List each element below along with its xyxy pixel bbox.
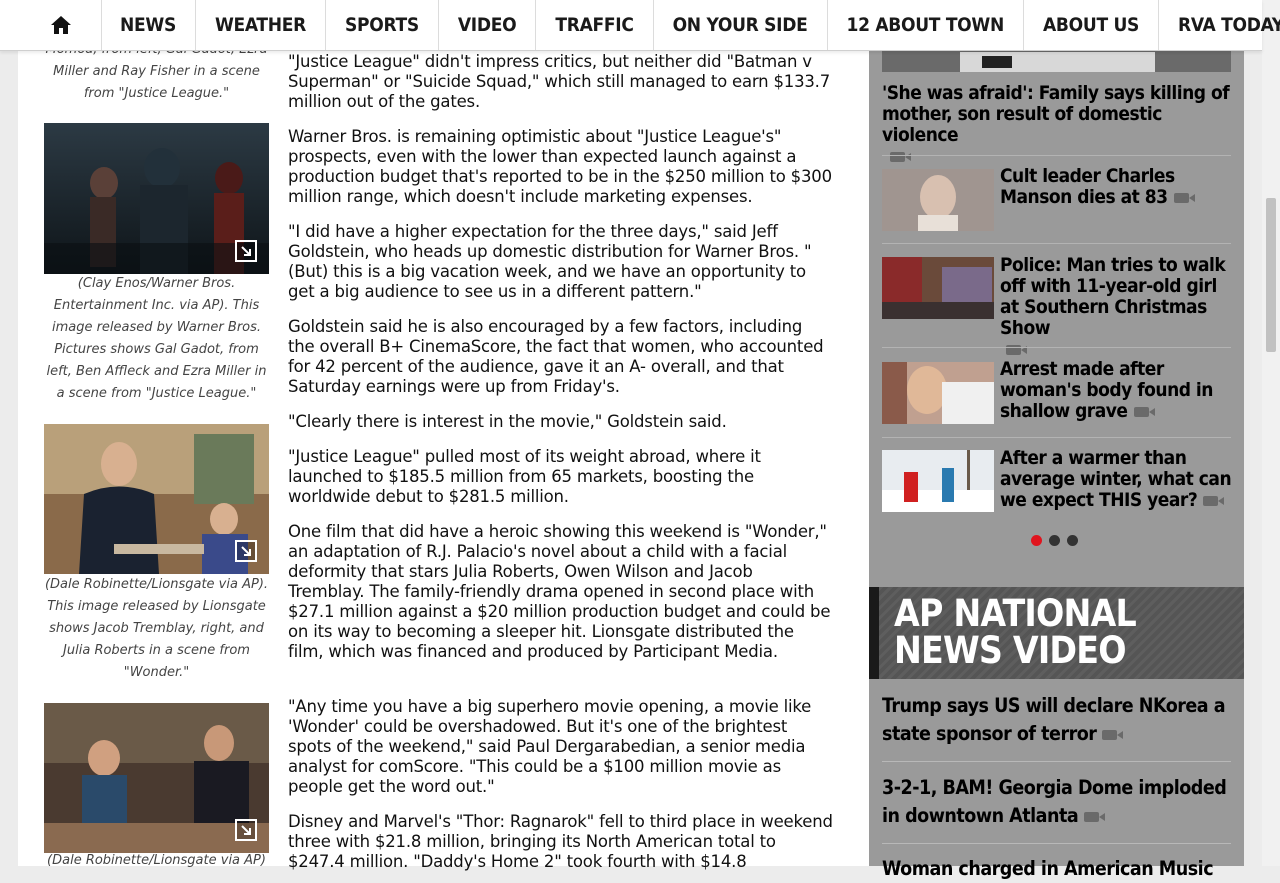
ap-video-story[interactable]: Trump says US will declare NKorea a stat… <box>882 692 1232 748</box>
sidebar-story[interactable]: Cult leader Charles Manson dies at 83 <box>1000 166 1236 208</box>
caption-line: from "Justice League." <box>83 86 230 101</box>
video-camera-icon <box>1133 406 1155 417</box>
top-navigation: NEWS WEATHER SPORTS VIDEO TRAFFIC ON YOU… <box>0 0 1280 51</box>
nav-12-about-town[interactable]: 12 ABOUT TOWN <box>828 0 1024 50</box>
article-paragraph: "Justice League" didn't impress critics,… <box>288 52 831 111</box>
ap-video-header: AP NATIONAL NEWS VIDEO <box>869 587 1244 679</box>
expand-icon[interactable] <box>235 540 257 562</box>
nav-sports[interactable]: SPORTS <box>326 0 439 50</box>
home-icon <box>50 16 71 34</box>
article-paragraph: Warner Bros. is remaining optimistic abo… <box>288 127 832 206</box>
nav-news[interactable]: NEWS <box>101 0 196 50</box>
video-camera-icon <box>890 151 911 162</box>
story-title[interactable]: Woman charged in American Music <box>882 857 1214 880</box>
header-accent-bar <box>869 587 879 679</box>
story-title[interactable]: 'She was afraid': Family says killing of… <box>882 82 1230 146</box>
nav-traffic[interactable]: TRAFFIC <box>536 0 654 50</box>
photo-caption-2: (Dale Robinette/Lionsgate via AP). This … <box>44 577 269 680</box>
divider <box>882 761 1231 762</box>
nav-about-us[interactable]: ABOUT US <box>1024 0 1160 50</box>
sidebar-story[interactable]: Police: Man tries to walk off with 11-ye… <box>1000 255 1236 360</box>
photo-caption-3: (Dale Robinette/Lionsgate via AP) <box>47 853 266 868</box>
divider <box>882 843 1231 844</box>
scrollbar-thumb[interactable] <box>1266 198 1276 352</box>
wonder-photo-2[interactable] <box>44 703 269 853</box>
article-paragraph: One film that did have a heroic showing … <box>288 522 831 661</box>
nav-weather[interactable]: WEATHER <box>196 0 326 50</box>
article-paragraph: "Justice League" pulled most of its weig… <box>288 447 761 506</box>
story-image[interactable] <box>882 50 1231 72</box>
story-title[interactable]: Cult leader Charles Manson dies at 83 <box>1000 165 1175 208</box>
video-camera-icon <box>1102 729 1124 740</box>
carousel-dot[interactable] <box>1067 535 1078 546</box>
carousel-pagination <box>1031 535 1078 546</box>
divider <box>882 347 1231 348</box>
expand-icon[interactable] <box>235 240 257 262</box>
sidebar-story[interactable]: Arrest made after woman's body found in … <box>1000 359 1236 422</box>
sidebar-story[interactable]: After a warmer than average winter, what… <box>1000 448 1236 511</box>
divider <box>882 437 1231 438</box>
story-title[interactable]: Police: Man tries to walk off with 11-ye… <box>1000 254 1226 339</box>
page-scrollbar[interactable] <box>1262 0 1280 866</box>
story-title[interactable]: After a warmer than average winter, what… <box>1000 447 1232 511</box>
story-thumbnail[interactable] <box>882 450 994 512</box>
section-title: AP NATIONAL NEWS VIDEO <box>894 592 1137 672</box>
ap-video-story[interactable]: Woman charged in American Music <box>882 855 1232 883</box>
photo-caption-1: (Clay Enos/Warner Bros. Entertainment In… <box>46 276 267 401</box>
story-title[interactable]: 3-2-1, BAM! Georgia Dome imploded in dow… <box>882 776 1227 827</box>
nav-video[interactable]: VIDEO <box>439 0 537 50</box>
video-camera-icon <box>1006 344 1027 355</box>
sidebar: 'She was afraid': Family says killing of… <box>869 0 1244 880</box>
carousel-dot[interactable] <box>1049 535 1060 546</box>
article-paragraph: "I did have a higher expectation for the… <box>288 222 812 301</box>
expand-icon[interactable] <box>235 819 257 841</box>
divider <box>882 243 1231 244</box>
ap-video-story[interactable]: 3-2-1, BAM! Georgia Dome imploded in dow… <box>882 774 1232 830</box>
video-camera-icon <box>1173 192 1195 203</box>
story-thumbnail[interactable] <box>882 257 994 319</box>
divider <box>882 155 1231 156</box>
justice-league-photo[interactable] <box>44 123 269 274</box>
nav-rva-today[interactable]: RVA TODAY <box>1159 0 1280 50</box>
wonder-photo-1[interactable] <box>44 424 269 574</box>
story-thumbnail[interactable] <box>882 169 994 231</box>
nav-on-your-side[interactable]: ON YOUR SIDE <box>654 0 828 50</box>
article-paragraph: Goldstein said he is also encouraged by … <box>288 317 824 396</box>
video-camera-icon <box>1084 811 1106 822</box>
carousel-dot[interactable] <box>1031 535 1042 546</box>
story-title[interactable]: Trump says US will declare NKorea a stat… <box>882 694 1226 745</box>
article-paragraph: "Any time you have a big superhero movie… <box>288 697 812 796</box>
story-thumbnail[interactable] <box>882 362 994 424</box>
story-title[interactable]: Arrest made after woman's body found in … <box>1000 358 1213 422</box>
home-button[interactable] <box>20 0 102 50</box>
caption-line: Miller and Ray Fisher in a scene <box>53 64 260 79</box>
article-paragraph: Disney and Marvel's "Thor: Ragnarok" fel… <box>288 812 833 871</box>
video-camera-icon <box>1203 495 1225 506</box>
article-paragraph: "Clearly there is interest in the movie,… <box>288 412 727 431</box>
